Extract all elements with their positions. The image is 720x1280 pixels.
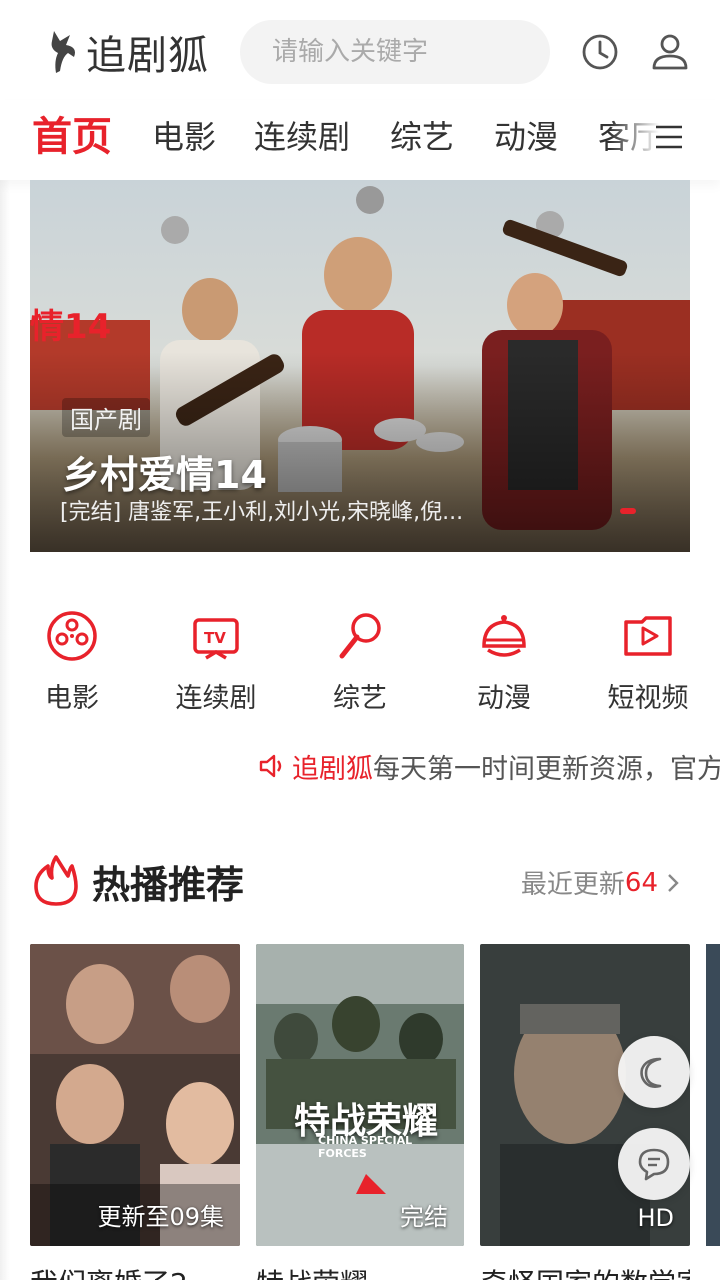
chevron-right-icon — [668, 873, 679, 892]
card-title[interactable]: 我们离婚了2 — [30, 1262, 240, 1280]
logo-text: 追剧狐 — [86, 33, 209, 79]
carousel-indicator[interactable] — [620, 508, 636, 514]
section-title: 热播推荐 — [92, 863, 245, 907]
shortcut-series[interactable]: TV 连续剧 — [144, 610, 288, 715]
card-badge: 完结 — [400, 1203, 448, 1231]
tab-home[interactable]: 首页 — [32, 104, 112, 162]
announcement-brand: 追剧狐 — [292, 753, 373, 785]
category-shortcuts: 电影 TV 连续剧 综艺 动漫 短视频 — [0, 610, 720, 720]
card-title[interactable]: 特战荣耀 — [256, 1262, 466, 1280]
menu-icon[interactable] — [654, 122, 684, 152]
tab-movie[interactable]: 电影 — [152, 112, 216, 158]
feedback-button[interactable] — [618, 1128, 690, 1200]
card-title[interactable]: 奇怪国家的数学家 — [480, 1262, 690, 1280]
app-logo[interactable]: 追剧狐 — [46, 24, 209, 80]
poster-subtitle-text: CHINA SPECIAL FORCES — [318, 1134, 413, 1160]
banner-poster-text: 情14 — [30, 307, 111, 347]
recent-updates-label: 最近更新 — [520, 870, 625, 900]
shortcut-movie[interactable]: 电影 — [0, 610, 144, 715]
announcement-bar[interactable]: 追剧狐 每天第一时间更新资源，官方 — [258, 746, 720, 786]
tab-anime[interactable]: 动漫 — [494, 112, 558, 158]
shortcut-label: 电影 — [45, 683, 99, 714]
tab-variety[interactable]: 综艺 — [390, 112, 454, 158]
shortcut-anime[interactable]: 动漫 — [432, 610, 576, 715]
category-tabs: 首页 电影 连续剧 综艺 动漫 客厅 — [0, 100, 720, 180]
shortcut-label: 连续剧 — [175, 683, 257, 714]
svg-text:TV: TV — [204, 629, 226, 647]
tab-series[interactable]: 连续剧 — [254, 112, 350, 158]
hero-banner[interactable]: 情14 国产剧 乡村爱情14 [完结] 唐鉴军,王小利,刘小光,宋晓峰,倪... — [30, 180, 690, 552]
shortcut-short-video[interactable]: 短视频 — [576, 610, 720, 715]
card-badge: HD — [637, 1204, 674, 1232]
search-box[interactable] — [240, 20, 596, 84]
video-card[interactable]: 特战荣耀 CHINA SPECIAL FORCES 完结 — [256, 944, 464, 1246]
shortcut-label: 动漫 — [477, 683, 531, 714]
next-card-peek[interactable] — [706, 944, 720, 1246]
search-input[interactable] — [272, 37, 596, 67]
top-header: 追剧狐 — [0, 0, 720, 100]
banner-subtitle: [完结] 唐鉴军,王小利,刘小光,宋晓峰,倪... — [60, 500, 464, 525]
fox-logo-icon — [51, 31, 75, 73]
film-reel-icon — [47, 611, 97, 661]
recent-updates-link[interactable]: 最近更新 64 — [521, 864, 684, 901]
tv-icon: TV — [193, 618, 239, 660]
announcement-text: 每天第一时间更新资源，官方 — [373, 753, 720, 785]
card-badge: 更新至09集 — [97, 1203, 224, 1231]
recent-updates-count: 64 — [624, 867, 658, 898]
dark-mode-button[interactable] — [618, 1036, 690, 1108]
microphone-icon — [339, 613, 381, 659]
moon-icon — [640, 1057, 662, 1088]
shortcut-variety[interactable]: 综艺 — [288, 610, 432, 715]
banner-genre-tag: 国产剧 — [62, 398, 150, 437]
chat-bubble-icon — [638, 1148, 670, 1181]
hot-section-header: 热播推荐 最近更新 64 — [30, 850, 690, 914]
banner-title: 乡村爱情14 — [62, 453, 267, 497]
user-profile-icon[interactable] — [650, 32, 690, 72]
play-video-icon — [624, 616, 672, 656]
shortcut-label: 综艺 — [333, 683, 387, 714]
anime-ball-icon — [482, 615, 526, 657]
speaker-icon — [259, 754, 282, 778]
history-clock-icon[interactable] — [580, 32, 620, 72]
video-card[interactable]: 更新至09集 — [30, 944, 240, 1246]
shortcut-label: 短视频 — [607, 683, 689, 714]
fire-icon — [34, 855, 78, 906]
